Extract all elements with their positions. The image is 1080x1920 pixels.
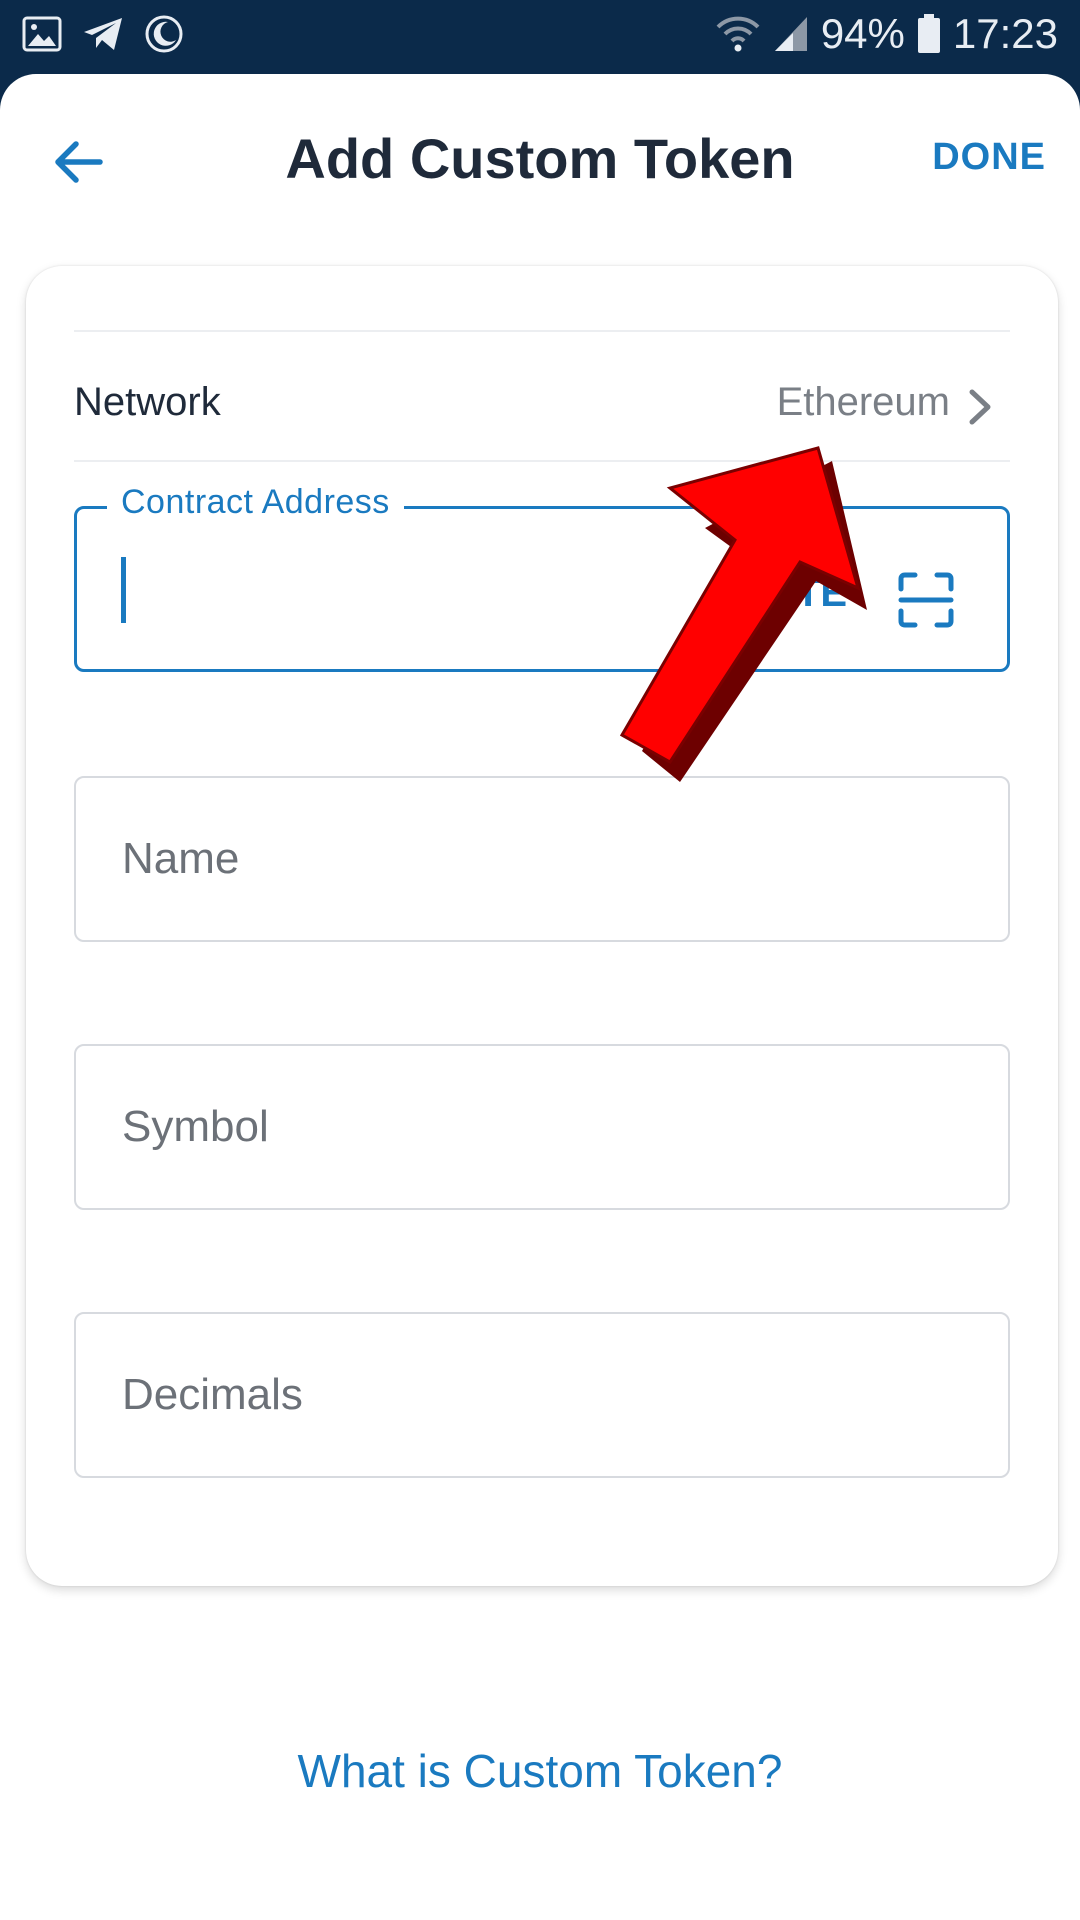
telegram-icon [84, 18, 122, 50]
text-cursor [121, 557, 126, 623]
battery-percentage: 94% [820, 10, 905, 57]
what-is-custom-token-link[interactable]: What is Custom Token? [0, 1744, 1080, 1798]
add-custom-token-screen: Add Custom Token DONE Network Ethereum C… [0, 74, 1080, 1920]
name-field[interactable]: Name [74, 776, 1010, 942]
chevron-right-icon [969, 389, 991, 425]
divider [74, 330, 1010, 332]
paste-button[interactable]: PASTE [717, 571, 847, 616]
scan-icon [898, 572, 954, 628]
status-bar-left [22, 14, 184, 54]
clock: 17:23 [952, 10, 1058, 57]
network-selector[interactable]: Network Ethereum [74, 344, 1010, 460]
symbol-field[interactable]: Symbol [74, 1044, 1010, 1210]
contract-address-field[interactable]: Contract Address PASTE [74, 483, 1010, 672]
symbol-placeholder: Symbol [122, 1102, 269, 1151]
decimals-placeholder: Decimals [122, 1370, 303, 1419]
image-icon [22, 16, 62, 52]
status-bar: 94% 17:23 [0, 0, 1080, 74]
signal-icon [774, 17, 807, 51]
name-placeholder: Name [122, 834, 240, 883]
battery-icon [917, 14, 940, 53]
network-label: Network [74, 380, 221, 424]
contract-address-label: Contract Address [107, 483, 404, 522]
moon-icon [145, 15, 183, 53]
scan-qr-button[interactable] [897, 571, 955, 629]
status-bar-right: 94% 17:23 [715, 10, 1058, 58]
wifi-icon [716, 16, 760, 52]
page-title: Add Custom Token [285, 127, 795, 190]
network-value: Ethereum [776, 380, 950, 424]
done-button[interactable]: DONE [932, 136, 1046, 179]
divider [74, 460, 1010, 462]
top-app-bar: Add Custom Token DONE [0, 74, 1080, 244]
decimals-field[interactable]: Decimals [74, 1312, 1010, 1478]
token-form-card: Network Ethereum Contract Address PASTE … [26, 266, 1058, 1586]
